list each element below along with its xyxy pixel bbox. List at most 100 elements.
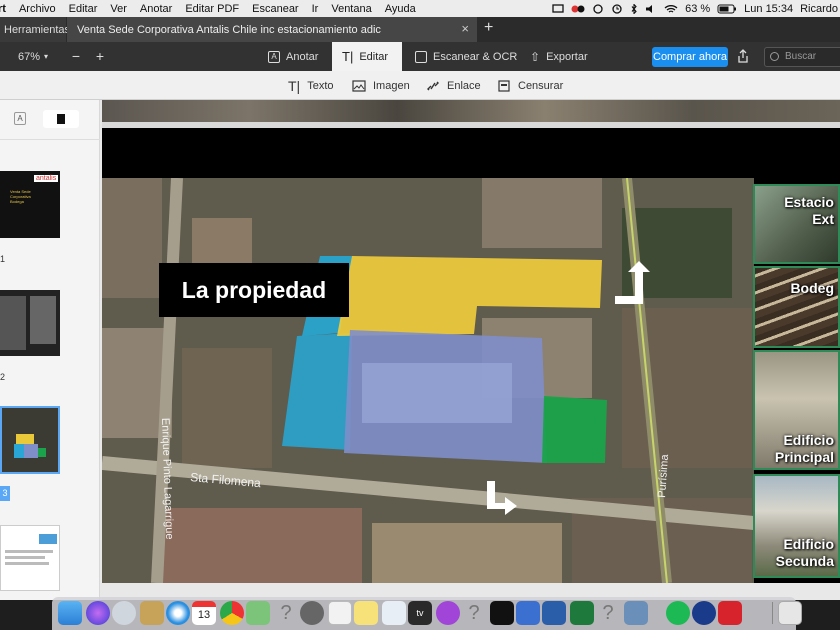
page-thumbnail-1[interactable]: antalis Venta Sede Corporativa Bodega <box>0 171 60 238</box>
thumb-text-line <box>5 550 53 553</box>
page-thumbnail-4[interactable] <box>0 525 60 591</box>
page-view-icon[interactable] <box>43 110 79 128</box>
menu-anotar[interactable]: Anotar <box>140 3 172 15</box>
screen-mirror-icon[interactable] <box>552 3 564 14</box>
menu-ayuda[interactable]: Ayuda <box>385 3 416 15</box>
blue-zone-roof <box>362 363 512 423</box>
menu-editar[interactable]: Editar <box>69 3 98 15</box>
thumb-title: Venta Sede Corporativa Bodega <box>10 189 31 204</box>
notes-icon[interactable] <box>354 601 378 625</box>
time-machine-icon[interactable] <box>611 3 623 14</box>
side-label-main-line2: Principal <box>774 449 834 465</box>
finder-icon[interactable] <box>58 601 82 625</box>
sync-icon[interactable] <box>592 3 604 14</box>
share-icon[interactable] <box>737 49 749 63</box>
tool-texto[interactable]: T| Texto <box>288 71 334 100</box>
trash-icon[interactable] <box>778 601 802 625</box>
mode-escanear-ocr[interactable]: Escanear & OCR <box>405 42 527 71</box>
spotify-icon[interactable] <box>666 601 690 625</box>
menu-user[interactable]: Ricardo <box>800 3 838 15</box>
volume-icon[interactable] <box>645 4 657 14</box>
menu-escanear[interactable]: Escanear <box>252 3 298 15</box>
creative-cloud-icon[interactable] <box>571 4 585 14</box>
mode-exportar[interactable]: ⇧ Exportar <box>520 42 598 71</box>
export-icon: ⇧ <box>530 49 541 64</box>
unknown-app-icon[interactable]: ? <box>596 601 620 625</box>
terminal-icon[interactable] <box>490 601 514 625</box>
aerial-photo: Sta Filomena Enrique Pinto Lagarrigue Pu… <box>102 178 754 583</box>
zoom-in-button[interactable]: + <box>90 47 110 66</box>
text-cursor-icon: T| <box>342 49 354 64</box>
tool-censurar[interactable]: Censurar <box>497 71 563 100</box>
calendar-icon[interactable]: 13 <box>192 601 216 625</box>
aerial-map-svg: Sta Filomena Enrique Pinto Lagarrigue Pu… <box>102 178 754 583</box>
podcasts-icon[interactable] <box>436 601 460 625</box>
mode-editar[interactable]: T| Editar <box>332 42 402 71</box>
tab-close-icon[interactable]: × <box>461 21 469 36</box>
thumb-header-bar <box>39 534 57 544</box>
new-tab-button[interactable]: + <box>484 19 493 37</box>
menu-editar-pdf[interactable]: Editar PDF <box>185 3 239 15</box>
tool-imagen[interactable]: Imagen <box>352 71 410 100</box>
tool-enlace[interactable]: Enlace <box>426 71 481 100</box>
side-label-secondary-line1: Edificio <box>783 536 834 552</box>
buy-now-button[interactable]: Comprar ahora <box>652 47 728 67</box>
mode-anotar[interactable]: A Anotar <box>258 42 328 71</box>
reminders-icon[interactable] <box>328 601 352 625</box>
safari-icon[interactable] <box>166 601 190 625</box>
search-input[interactable]: Buscar <box>764 47 840 67</box>
search-placeholder: Buscar <box>785 51 817 62</box>
preview-icon[interactable] <box>624 601 648 625</box>
menu-app-name[interactable]: rt <box>0 3 6 15</box>
teamviewer-icon[interactable] <box>692 601 716 625</box>
document-view[interactable]: Sta Filomena Enrique Pinto Lagarrigue Pu… <box>100 100 840 600</box>
thumb-text-line <box>5 556 45 559</box>
excel-icon[interactable] <box>570 601 594 625</box>
rooftop <box>162 508 362 583</box>
unknown-app-icon[interactable]: ? <box>462 601 486 625</box>
unknown-app-icon[interactable]: ? <box>274 601 298 625</box>
side-photo-secondary-building: Edificio Secunda <box>753 474 840 578</box>
page-thumbnail-2[interactable] <box>0 290 60 356</box>
system-preferences-icon[interactable] <box>300 601 324 625</box>
menu-bar: rt Archivo Editar Ver Anotar Editar PDF … <box>0 0 840 17</box>
slide-page: Sta Filomena Enrique Pinto Lagarrigue Pu… <box>102 100 840 583</box>
dock: 13 ? tv ? ? <box>52 597 802 630</box>
annotations-view-icon[interactable]: A <box>14 112 26 125</box>
thumb-green-zone <box>38 448 46 457</box>
link-icon <box>427 81 439 90</box>
launchpad-icon[interactable] <box>112 601 136 625</box>
green-zone <box>542 396 607 463</box>
contacts-icon[interactable] <box>140 601 164 625</box>
battery-percent: 63 % <box>685 2 711 15</box>
anydesk-icon[interactable] <box>718 601 742 625</box>
page-thumbnail-3[interactable] <box>0 406 60 474</box>
keynote-icon[interactable] <box>382 601 406 625</box>
maps-icon[interactable] <box>246 601 270 625</box>
menu-ir[interactable]: Ir <box>312 3 319 15</box>
pdf-expert-icon[interactable] <box>542 601 566 625</box>
battery-icon[interactable] <box>717 4 737 14</box>
zoom-select[interactable]: 67% ▾ <box>8 47 58 66</box>
side-label-parking-line1: Estacio <box>784 194 834 210</box>
virtualbox-icon[interactable] <box>516 601 540 625</box>
menu-ventana[interactable]: Ventana <box>331 3 371 15</box>
menu-clock[interactable]: Lun 15:34 <box>744 3 793 15</box>
menu-archivo[interactable]: Archivo <box>19 3 56 15</box>
wifi-icon[interactable] <box>664 4 678 14</box>
siri-icon[interactable] <box>86 601 110 625</box>
thumb-blue-zone <box>24 444 38 458</box>
edit-toolbar: T| Texto Imagen Enlace Censurar <box>0 71 840 100</box>
mode-escanear-label: Escanear & OCR <box>433 50 518 63</box>
tab-herramientas[interactable]: Herramientas <box>0 17 70 42</box>
menu-ver[interactable]: Ver <box>110 3 127 15</box>
scan-icon <box>415 50 427 63</box>
bluetooth-icon[interactable] <box>630 3 638 14</box>
apple-tv-icon[interactable]: tv <box>408 601 432 625</box>
chrome-icon[interactable] <box>220 601 244 625</box>
zoom-out-button[interactable]: − <box>66 47 86 66</box>
side-label-warehouse-line1: Bodeg <box>790 280 834 296</box>
tab-document[interactable]: Venta Sede Corporativa Antalis Chile inc… <box>67 17 477 42</box>
side-label-parking-line2: Ext <box>812 211 834 227</box>
tab-bar: Herramientas Venta Sede Corporativa Anta… <box>0 17 840 42</box>
